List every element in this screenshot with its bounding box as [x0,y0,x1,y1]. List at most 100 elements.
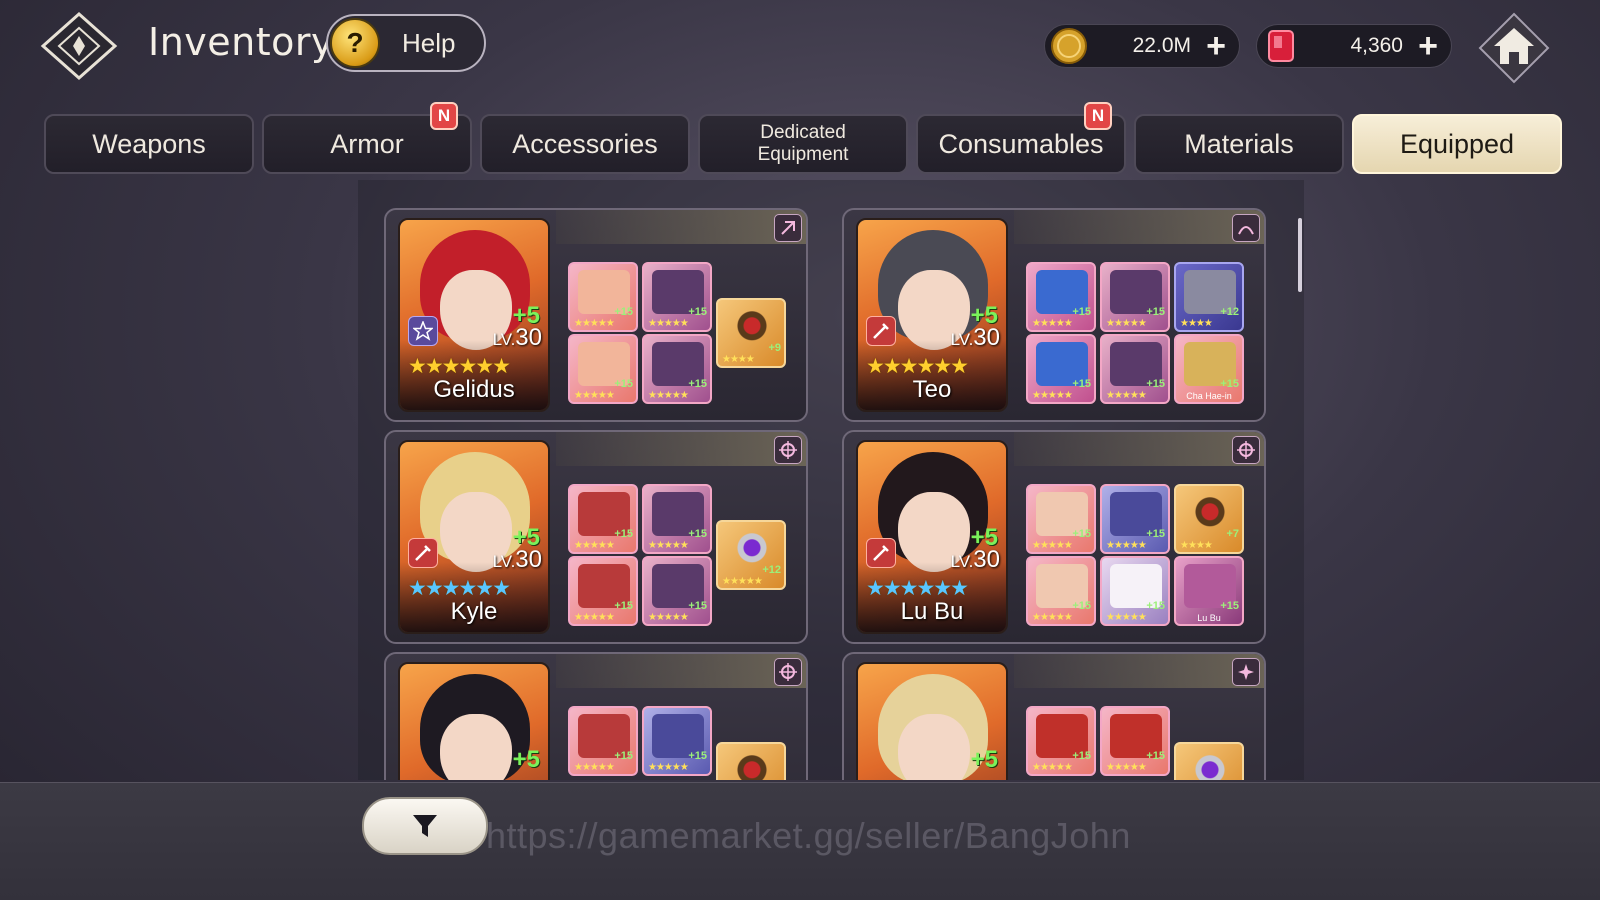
card-header-strip [556,432,806,466]
help-label: Help [402,27,456,58]
tab-dedicated-equipment[interactable]: Dedicated Equipment [698,114,908,174]
equipment-slot[interactable]: +15 ★★★★★ [1026,484,1096,554]
tab-armor[interactable]: Armor N [262,102,472,174]
scrollbar[interactable] [1298,218,1302,292]
filter-button[interactable] [362,797,488,855]
tab-equipped[interactable]: Equipped [1352,114,1562,174]
hero-card-kyle[interactable]: +5 LV.30 ★★★★★★ Kyle +15 ★★★★★ +15 ★★★★★ +… [384,430,808,644]
hero-level: LV.30 [492,324,542,351]
hero-portrait[interactable]: +5 [398,662,550,780]
equipped-hero-list[interactable]: +5 LV.30 ★★★★★★ Gelidus +15 ★★★★★ +15 ★★★★… [358,180,1304,780]
sword-type-icon [866,538,896,568]
equipment-slot[interactable]: +15 ★★★★★ [568,706,638,776]
equipment-slot[interactable]: +15 ★★★★★ [642,334,712,404]
home-icon [1478,12,1550,84]
add-gem-button[interactable]: + [1413,29,1443,63]
bottom-bar: https://gamemarket.gg/seller/BangJohn [0,782,1600,900]
back-arrow-icon [40,11,118,81]
equipment-slot[interactable]: +15 ★★★★★ [568,262,638,332]
filter-icon [413,815,437,837]
gem-currency: 4,360 + [1256,24,1452,68]
equipment-slot[interactable]: +15 ★★★★★ [642,706,712,776]
tab-label: Consumables [938,128,1104,159]
hero-level: LV.30 [950,324,1000,351]
hero-portrait[interactable]: +5 LV.30 ★★★★★★ Gelidus [398,218,550,412]
equipment-slot[interactable]: +15 ★★★★★ [1026,262,1096,332]
tab-label: Accessories [512,128,658,159]
hero-portrait[interactable]: +5 LV.30 ★★★★★★ Kyle [398,440,550,634]
hero-level: LV.30 [950,546,1000,573]
category-tabs: Weapons Armor N Accessories Dedicated Eq… [44,102,1564,174]
hero-portrait[interactable]: +5 LV.30 ★★★★★★ Teo [856,218,1008,412]
equipment-slot[interactable]: +15 ★★★★★ [1100,334,1170,404]
dedicated-equipment-slot[interactable]: +15 Lu Bu [1174,556,1244,626]
ring-slot[interactable]: +12 ★★★★★ [716,520,786,590]
target-icon [774,658,802,686]
home-button[interactable] [1474,8,1554,88]
dedicated-equipment-slot[interactable]: +15 Cha Hae-in [1174,334,1244,404]
assassin-icon [1232,214,1260,242]
portrait-face [898,714,970,780]
help-button[interactable]: ? Help [326,14,486,72]
equipment-slot[interactable]: +15 ★★★★★ [568,484,638,554]
gold-amount: 22.0M [1132,34,1191,57]
gold-coin-icon [1049,26,1089,66]
mage-icon [774,214,802,242]
ring-slot[interactable] [1174,742,1244,780]
new-badge: N [430,102,458,130]
back-button[interactable] [36,8,122,84]
tab-consumables[interactable]: Consumables N [916,102,1126,174]
tab-label: Dedicated Equipment [757,122,849,165]
hero-card-lu-bu[interactable]: +5 LV.30 ★★★★★★ Lu Bu +15 ★★★★★ +15 ★★★★★ … [842,430,1266,644]
support-icon [1232,658,1260,686]
tab-weapons[interactable]: Weapons [44,114,254,174]
hero-name: Kyle [450,598,498,625]
equipment-slot[interactable]: +15 ★★★★★ [1026,334,1096,404]
equipment-slot[interactable]: +15 ★★★★★ [1100,706,1170,776]
equipment-slot[interactable]: +15 ★★★★★ [568,556,638,626]
hero-name: Teo [912,376,952,403]
equipment-slot[interactable]: +15 ★★★★★ [1100,262,1170,332]
equipment-slot[interactable]: +15 ★★★★★ [1100,484,1170,554]
add-gold-button[interactable]: + [1201,29,1231,63]
hero-plus-level: +5 [512,746,540,773]
equipment-slot[interactable]: +15 ★★★★★ [1026,706,1096,776]
hero-card-gelidus[interactable]: +5 LV.30 ★★★★★★ Gelidus +15 ★★★★★ +15 ★★★★… [384,208,808,422]
card-header-strip [556,654,806,688]
gem-amount: 4,360 [1350,34,1403,57]
gold-currency: 22.0M + [1044,24,1240,68]
watermark: https://gamemarket.gg/seller/BangJohn [486,815,1131,856]
question-mark-icon: ? [330,18,380,68]
tab-label: Equipped [1399,128,1515,159]
red-gem-icon [1261,26,1301,66]
hero-card[interactable]: +5 +15 ★★★★★ +15 ★★★★★ [842,652,1266,780]
hero-card[interactable]: +5 +15 ★★★★★ +15 ★★★★★ [384,652,808,780]
equipment-slot[interactable]: +15 ★★★★★ [568,334,638,404]
hero-portrait[interactable]: +5 [856,662,1008,780]
equipment-slot[interactable]: +12 ★★★★ [1174,262,1244,332]
tab-label: Weapons [92,128,206,159]
tab-materials[interactable]: Materials [1134,114,1344,174]
equipment-slot[interactable]: +15 ★★★★★ [1100,556,1170,626]
hero-plus-level: +5 [970,746,998,773]
hero-card-teo[interactable]: +5 LV.30 ★★★★★★ Teo +15 ★★★★★ +15 ★★★★★ +1… [842,208,1266,422]
star-type-icon [408,316,438,346]
equipment-slot[interactable]: +15 ★★★★★ [642,484,712,554]
target-icon [1232,436,1260,464]
ring-slot[interactable] [716,742,786,780]
hero-name: Gelidus [433,376,515,403]
portrait-face [440,714,512,780]
ring-slot[interactable]: +9 ★★★★ [716,298,786,368]
tab-accessories[interactable]: Accessories [480,114,690,174]
ring-slot[interactable]: +7 ★★★★ [1174,484,1244,554]
equipment-slot[interactable]: +15 ★★★★★ [642,262,712,332]
equipment-slot[interactable]: +15 ★★★★★ [1026,556,1096,626]
equipment-slot[interactable]: +15 ★★★★★ [642,556,712,626]
card-header-strip [1014,432,1264,466]
hero-portrait[interactable]: +5 LV.30 ★★★★★★ Lu Bu [856,440,1008,634]
hero-level: LV.30 [492,546,542,573]
top-bar: Inventory ? Help 22.0M + 4,360 + [0,0,1600,96]
tab-label: Materials [1184,128,1294,159]
card-header-strip [1014,654,1264,688]
tab-label: Armor [330,128,404,159]
